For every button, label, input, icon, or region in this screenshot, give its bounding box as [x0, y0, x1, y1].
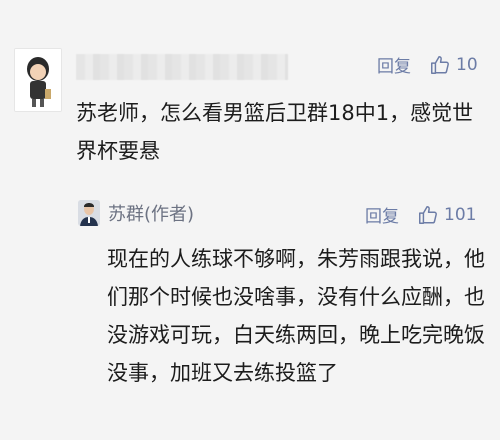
author-avatar[interactable]	[78, 200, 100, 226]
reply-text: 现在的人练球不够啊，朱芳雨跟我说，他 们那个时候也没啥事，没有什么应酬，也 没游…	[107, 247, 485, 385]
thumbs-up-icon	[419, 205, 437, 224]
like-count: 10	[456, 54, 478, 75]
reply-actions: 回复 101	[365, 202, 476, 228]
thumbs-up-icon	[431, 55, 449, 74]
redacted-username	[76, 54, 288, 80]
reply-button[interactable]: 回复	[377, 52, 411, 77]
like-button[interactable]: 101	[417, 204, 476, 226]
reply-button[interactable]: 回复	[365, 202, 399, 227]
like-button[interactable]: 10	[429, 54, 478, 76]
commenter-avatar[interactable]	[14, 48, 62, 112]
author-name[interactable]: 苏群(作者)	[108, 200, 194, 226]
comment-actions: 回复 10	[377, 52, 478, 78]
comment-text: 苏老师，怎么看男篮后卫群18中1，感觉世 界杯要悬	[76, 101, 474, 163]
like-count: 101	[444, 204, 477, 225]
